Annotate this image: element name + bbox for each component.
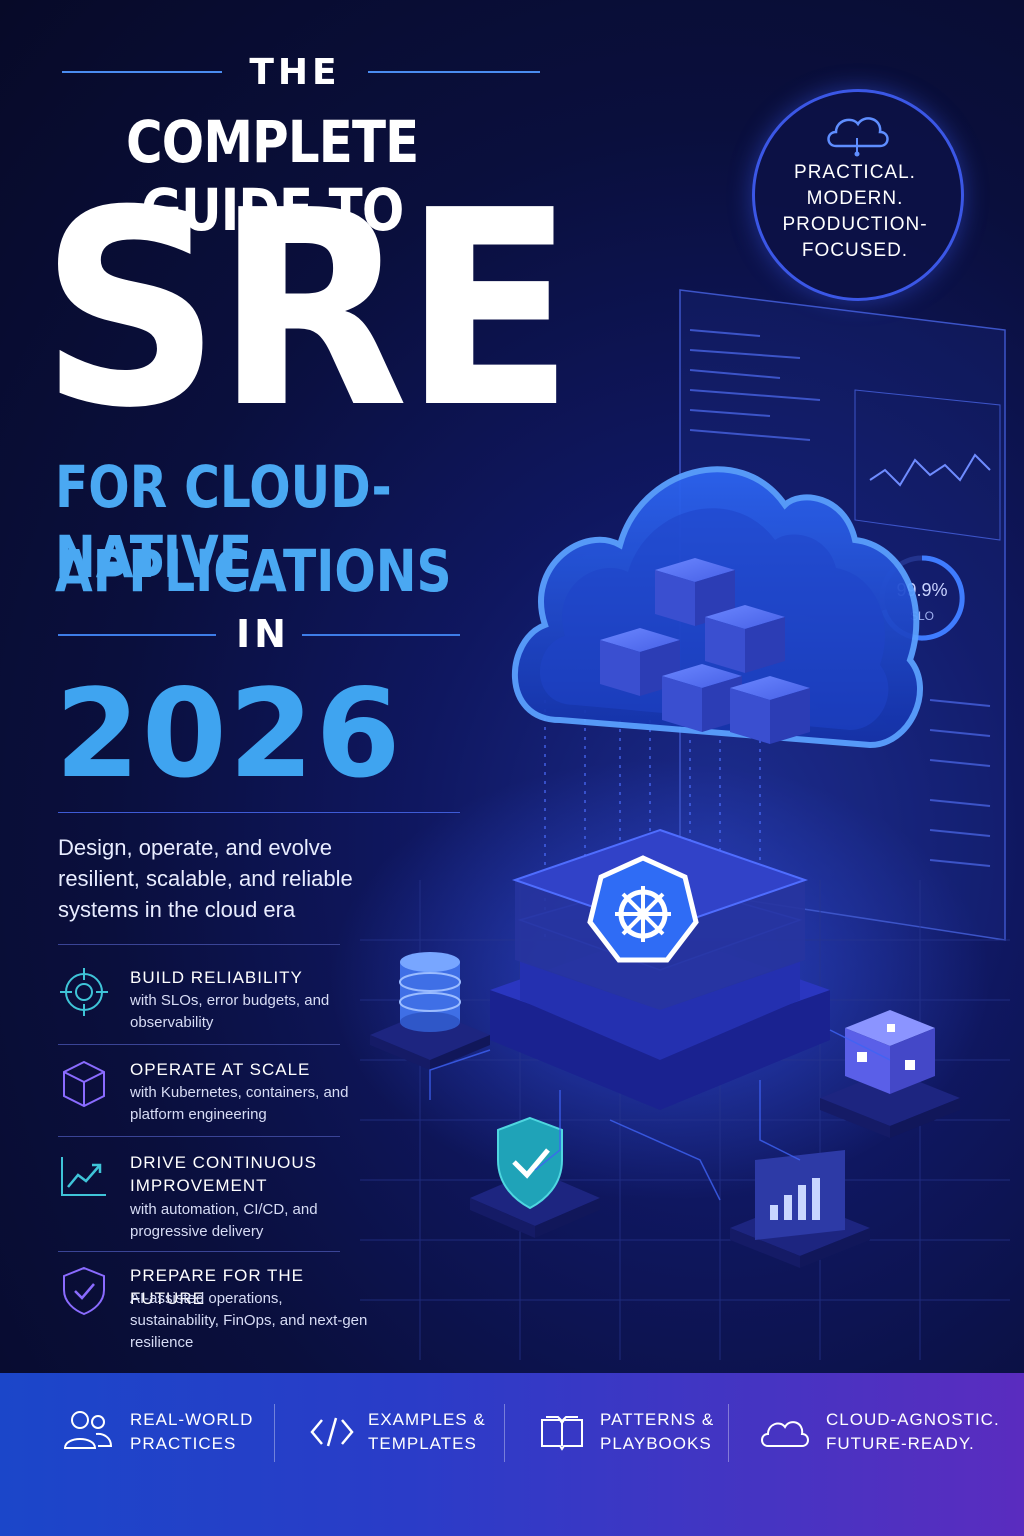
footer-divider <box>274 1404 275 1462</box>
feature-body: with SLOs, error budgets, and observabil… <box>130 992 330 1031</box>
footer-item-patterns: PATTERNS & PLAYBOOKS <box>538 1408 738 1478</box>
code-icon <box>310 1417 354 1447</box>
footer-item-practices: REAL-WORLD PRACTICES <box>62 1408 262 1478</box>
divider-line <box>62 71 222 73</box>
cloud-icon <box>827 117 889 157</box>
title-sre: SRE <box>40 152 575 467</box>
divider-line <box>58 634 216 636</box>
badge-text: PRACTICAL. MODERN. PRODUCTION-FOCUSED. <box>782 162 928 261</box>
footer-divider <box>728 1404 729 1462</box>
feature-body: with automation, CI/CD, and progressive … <box>130 1201 318 1240</box>
kubernetes-icon <box>587 855 699 963</box>
cloud-icon <box>761 1421 809 1447</box>
book-icon <box>541 1416 583 1451</box>
footer-divider <box>504 1404 505 1462</box>
title-applications: APPLICATIONS <box>55 537 452 605</box>
footer-item-cloud-agnostic: CLOUD-AGNOSTIC. FUTURE-READY. <box>758 1408 1000 1478</box>
footer-label: EXAMPLES & TEMPLATES <box>368 1410 486 1453</box>
feature-separator <box>58 1136 340 1137</box>
footer-label: REAL-WORLD PRACTICES <box>130 1410 254 1453</box>
people-icon <box>63 1411 113 1449</box>
tagline: Design, operate, and evolve resilient, s… <box>58 835 353 922</box>
divider-line <box>58 812 460 813</box>
feature-separator <box>58 1251 340 1252</box>
trend-chart-icon <box>61 1157 106 1196</box>
feature-heading: DRIVE CONTINUOUS IMPROVEMENT <box>130 1153 317 1195</box>
title-the: THE <box>249 52 341 93</box>
footer-item-examples: EXAMPLES & TEMPLATES <box>310 1408 500 1478</box>
feature-heading: BUILD RELIABILITY <box>130 968 303 987</box>
divider-line <box>302 634 460 636</box>
target-icon <box>60 968 108 1016</box>
feature-body: with Kubernetes, containers, and platfor… <box>130 1084 349 1123</box>
footer-label: PATTERNS & PLAYBOOKS <box>600 1410 715 1453</box>
footer-label: CLOUD-AGNOSTIC. FUTURE-READY. <box>826 1410 1000 1453</box>
title-in: IN <box>236 612 290 656</box>
book-cover: { "title": { "line1": "THE", "line2": "C… <box>0 0 1024 1536</box>
feature-heading: OPERATE AT SCALE <box>130 1060 311 1079</box>
shield-check-icon <box>63 1266 105 1316</box>
divider-line <box>368 71 540 73</box>
title-year: 2026 <box>55 663 403 805</box>
feature-body: AI-assisted operations, sustainability, … <box>130 1290 368 1351</box>
feature-separator <box>58 944 340 945</box>
feature-separator <box>58 1044 340 1045</box>
cube-icon <box>63 1060 105 1108</box>
